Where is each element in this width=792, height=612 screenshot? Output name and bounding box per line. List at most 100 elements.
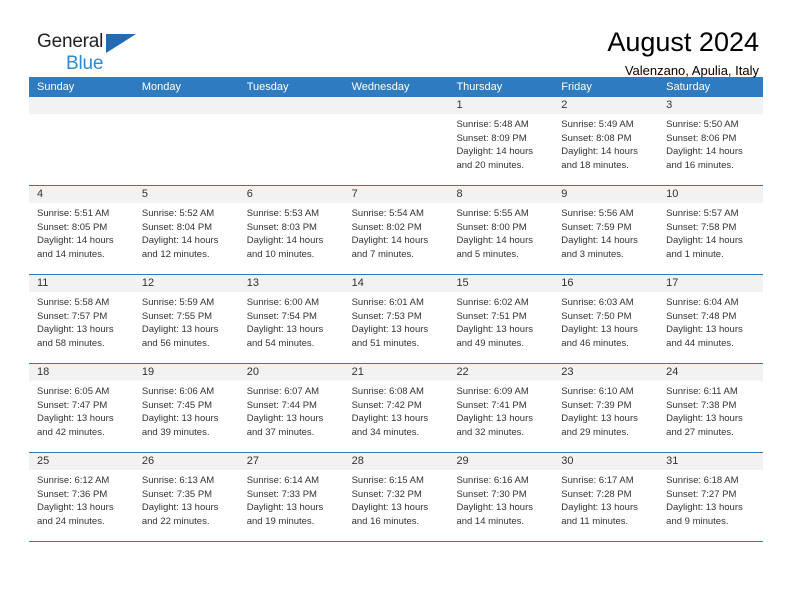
day-number-band: 26: [133, 453, 239, 470]
day-cell[interactable]: 28 Sunrise: 6:15 AM Sunset: 7:32 PM Dayl…: [343, 453, 449, 541]
day-number: 14: [351, 277, 364, 289]
day-cell[interactable]: 31 Sunrise: 6:18 AM Sunset: 7:27 PM Dayl…: [658, 453, 764, 541]
day-number-band: 22: [448, 364, 554, 381]
sunrise-text: Sunrise: 5:54 AM: [351, 208, 424, 219]
day-cell[interactable]: 30 Sunrise: 6:17 AM Sunset: 7:28 PM Dayl…: [553, 453, 659, 541]
day-cell[interactable]: 8 Sunrise: 5:55 AM Sunset: 8:00 PM Dayli…: [448, 186, 554, 274]
day-cell[interactable]: 21 Sunrise: 6:08 AM Sunset: 7:42 PM Dayl…: [343, 364, 449, 452]
sunset-text: Sunset: 7:44 PM: [246, 399, 317, 411]
day-number: 27: [246, 455, 259, 467]
sunrise-text: Sunrise: 6:15 AM: [351, 475, 424, 486]
day-number-band: 3: [658, 97, 764, 114]
day-number-band: 30: [553, 453, 659, 470]
sunset-text: Sunset: 8:03 PM: [246, 221, 317, 233]
daylight-text-line1: Daylight: 14 hours: [666, 235, 743, 247]
sunset-text: Sunset: 8:00 PM: [456, 221, 527, 233]
sunrise-text: Sunrise: 5:51 AM: [37, 208, 110, 219]
day-cell[interactable]: 17 Sunrise: 6:04 AM Sunset: 7:48 PM Dayl…: [658, 275, 764, 363]
daylight-text-line1: Daylight: 14 hours: [561, 235, 638, 247]
sunset-text: Sunset: 8:09 PM: [456, 132, 527, 144]
day-number-band: 2: [553, 97, 659, 114]
sunrise-text: Sunrise: 6:12 AM: [37, 475, 110, 486]
day-cell[interactable]: 27 Sunrise: 6:14 AM Sunset: 7:33 PM Dayl…: [238, 453, 344, 541]
daylight-text-line2: and 14 minutes.: [456, 515, 525, 527]
daylight-text-line2: and 11 minutes.: [561, 515, 629, 527]
daylight-text-line1: Daylight: 13 hours: [351, 413, 429, 425]
day-cell[interactable]: 4 Sunrise: 5:51 AM Sunset: 8:05 PM Dayli…: [29, 186, 134, 274]
day-cell[interactable]: 13 Sunrise: 6:00 AM Sunset: 7:54 PM Dayl…: [238, 275, 344, 363]
daylight-text-line2: and 19 minutes.: [246, 515, 315, 527]
day-cell[interactable]: 6 Sunrise: 5:53 AM Sunset: 8:03 PM Dayli…: [238, 186, 344, 274]
day-number: 16: [561, 277, 574, 289]
daylight-text-line2: and 37 minutes.: [246, 426, 315, 438]
day-cell[interactable]: [238, 97, 344, 185]
day-cell[interactable]: 23 Sunrise: 6:10 AM Sunset: 7:39 PM Dayl…: [553, 364, 659, 452]
sunset-text: Sunset: 7:33 PM: [246, 488, 317, 500]
weekday-header-tuesday: Tuesday: [246, 81, 289, 93]
sunset-text: Sunset: 8:02 PM: [351, 221, 422, 233]
day-cell[interactable]: 15 Sunrise: 6:02 AM Sunset: 7:51 PM Dayl…: [448, 275, 554, 363]
week-row: 18 Sunrise: 6:05 AM Sunset: 7:47 PM Dayl…: [29, 364, 764, 453]
day-number-band: 21: [343, 364, 449, 381]
day-number: 9: [561, 188, 568, 200]
day-number: 15: [456, 277, 469, 289]
daylight-text-line2: and 27 minutes.: [666, 426, 734, 438]
daylight-text-line1: Daylight: 14 hours: [351, 235, 429, 247]
day-number-band: 7: [343, 186, 449, 203]
sunrise-text: Sunrise: 6:02 AM: [456, 297, 529, 308]
weekday-header-sunday: Sunday: [37, 81, 75, 93]
day-cell[interactable]: [133, 97, 239, 185]
title-block: August 2024 Valenzano, Apulia, Italy: [607, 26, 763, 80]
day-cell[interactable]: [29, 97, 134, 185]
day-details: Sunrise: 6:12 AM Sunset: 7:36 PM Dayligh…: [29, 470, 134, 528]
day-details: [239, 114, 344, 118]
daylight-text-line2: and 7 minutes.: [351, 248, 414, 260]
day-number-band: [238, 97, 344, 114]
day-number-band: 4: [29, 186, 134, 203]
sunrise-text: Sunrise: 6:07 AM: [246, 386, 320, 397]
day-cell[interactable]: 14 Sunrise: 6:01 AM Sunset: 7:53 PM Dayl…: [343, 275, 449, 363]
day-cell[interactable]: 3 Sunrise: 5:50 AM Sunset: 8:06 PM Dayli…: [658, 97, 764, 185]
daylight-text-line1: Daylight: 14 hours: [37, 235, 114, 247]
sunrise-text: Sunrise: 5:59 AM: [141, 297, 215, 308]
daylight-text-line1: Daylight: 14 hours: [456, 235, 534, 247]
day-number-band: [29, 97, 134, 114]
day-cell[interactable]: [343, 97, 449, 185]
day-number-band: 25: [29, 453, 134, 470]
daylight-text-line1: Daylight: 13 hours: [246, 413, 324, 425]
day-cell[interactable]: 12 Sunrise: 5:59 AM Sunset: 7:55 PM Dayl…: [133, 275, 239, 363]
day-cell[interactable]: 25 Sunrise: 6:12 AM Sunset: 7:36 PM Dayl…: [29, 453, 134, 541]
logo-triangle-icon: [106, 34, 136, 53]
daylight-text-line1: Daylight: 13 hours: [456, 502, 534, 514]
day-cell[interactable]: 24 Sunrise: 6:11 AM Sunset: 7:38 PM Dayl…: [658, 364, 764, 452]
day-cell[interactable]: 11 Sunrise: 5:58 AM Sunset: 7:57 PM Dayl…: [29, 275, 134, 363]
day-number: 10: [666, 188, 679, 200]
weekday-header-friday: Friday: [561, 81, 592, 93]
sunset-text: Sunset: 7:53 PM: [351, 310, 422, 322]
day-cell[interactable]: 16 Sunrise: 6:03 AM Sunset: 7:50 PM Dayl…: [553, 275, 659, 363]
sunrise-text: Sunrise: 5:52 AM: [141, 208, 215, 219]
day-cell[interactable]: 1 Sunrise: 5:48 AM Sunset: 8:09 PM Dayli…: [448, 97, 554, 185]
day-cell[interactable]: 10 Sunrise: 5:57 AM Sunset: 7:58 PM Dayl…: [658, 186, 764, 274]
day-number: 29: [456, 455, 469, 467]
day-cell[interactable]: 20 Sunrise: 6:07 AM Sunset: 7:44 PM Dayl…: [238, 364, 344, 452]
day-number-band: 14: [343, 275, 449, 292]
day-cell[interactable]: 19 Sunrise: 6:06 AM Sunset: 7:45 PM Dayl…: [133, 364, 239, 452]
day-number-band: 24: [658, 364, 764, 381]
generalblue-logo[interactable]: General Blue: [29, 26, 157, 73]
day-cell[interactable]: 5 Sunrise: 5:52 AM Sunset: 8:04 PM Dayli…: [133, 186, 239, 274]
sunrise-text: Sunrise: 6:18 AM: [666, 475, 739, 486]
day-cell[interactable]: 22 Sunrise: 6:09 AM Sunset: 7:41 PM Dayl…: [448, 364, 554, 452]
day-number-band: 10: [658, 186, 764, 203]
weekday-header-saturday: Saturday: [666, 81, 711, 93]
day-cell[interactable]: 7 Sunrise: 5:54 AM Sunset: 8:02 PM Dayli…: [343, 186, 449, 274]
day-cell[interactable]: 9 Sunrise: 5:56 AM Sunset: 7:59 PM Dayli…: [553, 186, 659, 274]
daylight-text-line2: and 44 minutes.: [666, 337, 734, 349]
day-cell[interactable]: 26 Sunrise: 6:13 AM Sunset: 7:35 PM Dayl…: [133, 453, 239, 541]
day-cell[interactable]: 2 Sunrise: 5:49 AM Sunset: 8:08 PM Dayli…: [553, 97, 659, 185]
sunset-text: Sunset: 7:36 PM: [37, 488, 108, 500]
day-cell[interactable]: 18 Sunrise: 6:05 AM Sunset: 7:47 PM Dayl…: [29, 364, 134, 452]
day-cell[interactable]: 29 Sunrise: 6:16 AM Sunset: 7:30 PM Dayl…: [448, 453, 554, 541]
day-number: 6: [246, 188, 253, 200]
sunset-text: Sunset: 8:08 PM: [561, 132, 632, 144]
